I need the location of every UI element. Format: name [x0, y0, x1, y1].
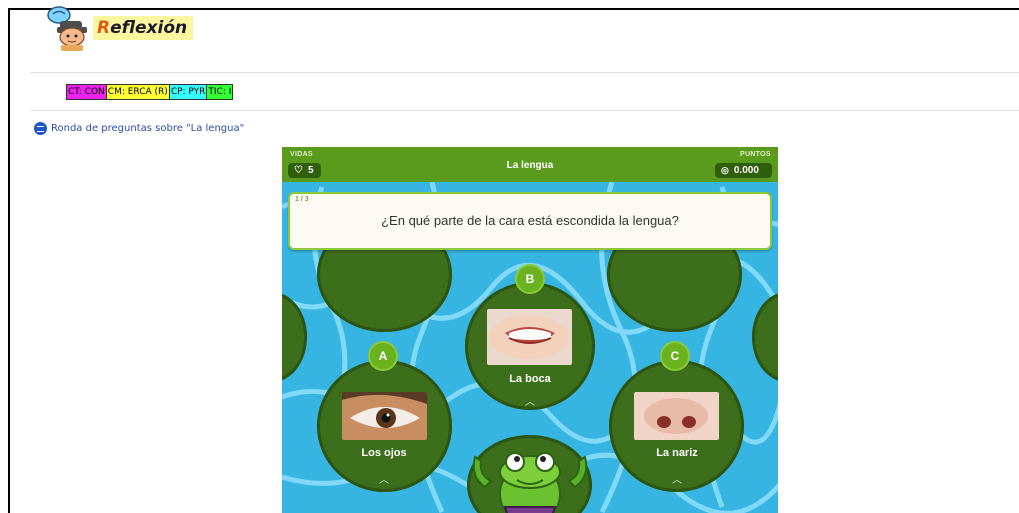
section-header: Reflexión	[45, 5, 194, 51]
nose-photo	[634, 392, 719, 440]
divider	[30, 110, 1019, 111]
chevron-up-icon: ︿	[379, 475, 389, 486]
option-letter-b: B	[515, 264, 545, 294]
eye-photo	[342, 392, 427, 440]
activity-icon	[34, 122, 47, 135]
chevron-up-icon: ︿	[672, 475, 682, 486]
section-title: Reflexión	[93, 16, 194, 40]
activity-link-text[interactable]: Ronda de preguntas sobre "La lengua"	[51, 123, 244, 134]
option-letter-c: C	[660, 341, 690, 371]
activity-link[interactable]: Ronda de preguntas sobre "La lengua"	[34, 122, 244, 135]
points-label: PUNTOS	[740, 151, 771, 158]
option-label-a: Los ojos	[361, 447, 407, 459]
thinking-character-icon	[45, 5, 95, 51]
mouth-photo	[487, 309, 572, 365]
chevron-up-icon: ︿	[525, 397, 535, 408]
tag-cm: CM: ERCA (R)	[106, 85, 170, 99]
frog-icon	[472, 452, 588, 513]
points-counter: ◎ 0.000	[715, 163, 772, 178]
game-title: La lengua	[506, 160, 554, 171]
tag-cp: CP: PYR	[169, 85, 208, 99]
tag-tic: TIC: I	[207, 85, 233, 99]
question-counter: 1 / 3	[295, 196, 309, 203]
game-top-bar: VIDAS ♡ 5 La lengua PUNTOS ◎ 0.000	[282, 147, 778, 182]
quiz-game: VIDAS ♡ 5 La lengua PUNTOS ◎ 0.000 1 / 3…	[282, 147, 778, 513]
option-letter-a: A	[368, 341, 398, 371]
divider	[30, 72, 1019, 73]
tag-ct: CT: CON	[67, 85, 107, 99]
competency-tags: CT: CON CM: ERCA (R) CP: PYR TIC: I	[66, 84, 234, 100]
coin-icon: ◎	[721, 165, 729, 175]
lives-label: VIDAS	[290, 151, 313, 158]
question-card: 1 / 3 ¿En qué parte de la cara está esco…	[288, 192, 772, 250]
option-label-b: La boca	[509, 373, 551, 385]
option-label-c: La nariz	[656, 447, 698, 459]
question-text: ¿En qué parte de la cara está escondida …	[381, 213, 679, 228]
